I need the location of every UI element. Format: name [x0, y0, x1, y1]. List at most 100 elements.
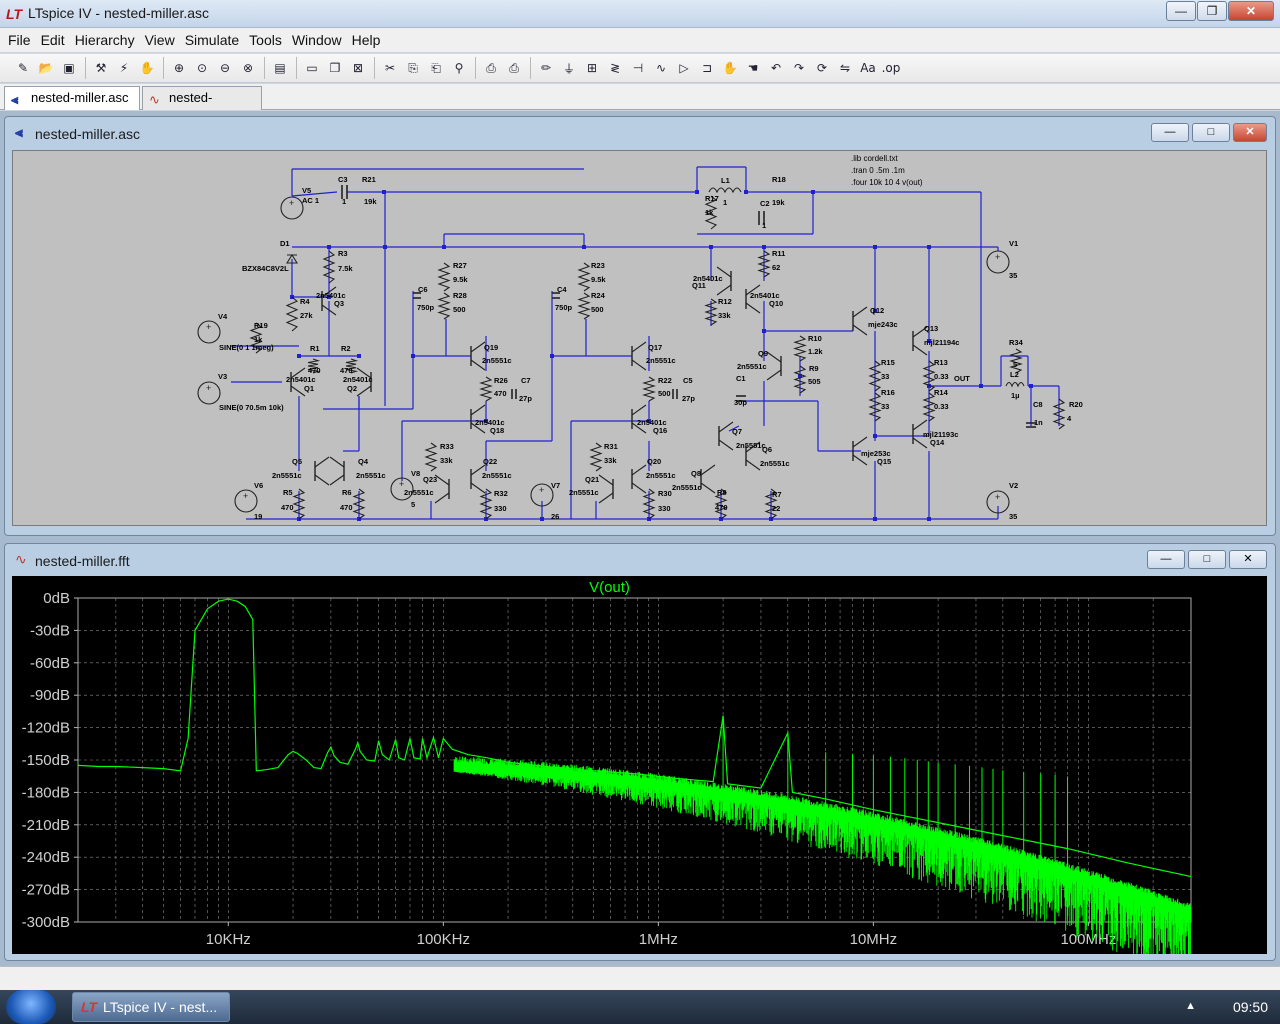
component-label: Q16	[653, 426, 667, 435]
component-label: Q20	[647, 457, 661, 466]
save-icon[interactable]: ▣	[58, 57, 80, 79]
junction-dot	[762, 245, 766, 249]
minimize-button[interactable]: —	[1166, 1, 1196, 21]
junction-dot	[927, 517, 931, 521]
text-icon[interactable]: Aa	[857, 57, 879, 79]
junction-dot	[550, 354, 554, 358]
pan-icon[interactable]: ⊙	[191, 57, 213, 79]
redo-icon[interactable]: ↷	[788, 57, 810, 79]
menu-simulate[interactable]: Simulate	[180, 32, 244, 48]
spice-directive-icon[interactable]: .op	[880, 57, 902, 79]
menu-window[interactable]: Window	[287, 32, 347, 48]
component-label: 35	[1009, 271, 1017, 280]
zoom-fit-icon[interactable]: ⊗	[237, 57, 259, 79]
component-label: 2n5551c	[404, 488, 434, 497]
menu-file[interactable]: File	[3, 32, 36, 48]
capacitor-icon[interactable]: ⊣	[627, 57, 649, 79]
menu-help[interactable]: Help	[347, 32, 386, 48]
open-icon[interactable]: 📂	[35, 57, 57, 79]
y-tick-label: -270dB	[22, 882, 70, 899]
tab-schematic[interactable]: ⫷ nested-miller.asc	[4, 86, 140, 110]
junction-dot	[744, 190, 748, 194]
diode-icon[interactable]: ▷	[673, 57, 695, 79]
cut-icon[interactable]: ✂	[379, 57, 401, 79]
maximize-button[interactable]: □	[1188, 550, 1226, 569]
resistor-symbol	[437, 292, 451, 320]
source-plus-sign: +	[206, 383, 211, 393]
component-label: 470	[308, 366, 321, 375]
copy-icon[interactable]: ⎘	[402, 57, 424, 79]
component-label: R4	[300, 297, 310, 306]
component-label: 505	[808, 377, 821, 386]
rotate-icon[interactable]: ⟳	[811, 57, 833, 79]
close-button[interactable]: ✕	[1229, 550, 1267, 569]
new-schematic-icon[interactable]: ✎	[12, 57, 34, 79]
menu-bar: File Edit Hierarchy View Simulate Tools …	[0, 28, 1280, 52]
close-button[interactable]: ✕	[1233, 123, 1267, 142]
component-label: 1k	[705, 208, 714, 217]
taskbar-item-ltspice[interactable]: LT LTspice IV - nest...	[72, 992, 230, 1022]
move-icon[interactable]: ✋	[719, 57, 741, 79]
transistor-emitter	[745, 302, 761, 314]
component-label: 1n	[1034, 418, 1043, 427]
component-label: 330	[658, 504, 671, 513]
undo-icon[interactable]: ↶	[765, 57, 787, 79]
transistor-emitter	[631, 359, 647, 371]
restore-button[interactable]: ❐	[1197, 1, 1227, 21]
ground-icon[interactable]: ⏚	[558, 57, 580, 79]
toolbar-separator	[530, 57, 531, 79]
component-label: 1	[723, 198, 727, 207]
halt-icon[interactable]: ✋	[136, 57, 158, 79]
tile-icon[interactable]: ▭	[301, 57, 323, 79]
component-label: 9.5k	[453, 275, 468, 284]
print-icon[interactable]: ⎙	[503, 57, 525, 79]
find-icon[interactable]: ⚲	[448, 57, 470, 79]
x-tick-label: 10KHz	[206, 931, 251, 948]
run-icon[interactable]: ⚡	[113, 57, 135, 79]
print-setup-icon[interactable]: ⎙	[480, 57, 502, 79]
drag-icon[interactable]: ☚	[742, 57, 764, 79]
resistor-icon[interactable]: ≷	[604, 57, 626, 79]
wire-icon[interactable]: ✏	[535, 57, 557, 79]
start-button[interactable]	[6, 990, 56, 1024]
cascade-icon[interactable]: ❐	[324, 57, 346, 79]
component-label: Q3	[334, 299, 344, 308]
maximize-button[interactable]: □	[1192, 123, 1230, 142]
menu-view[interactable]: View	[140, 32, 180, 48]
component-label: R10	[808, 334, 822, 343]
tab-fft[interactable]: ∿ nested-miller.fft	[142, 86, 262, 127]
transistor-emitter	[852, 324, 868, 336]
minimize-button[interactable]: —	[1147, 550, 1185, 569]
component-label: R31	[604, 442, 618, 451]
paste-icon[interactable]: ⎗	[425, 57, 447, 79]
component-label: R19	[254, 321, 268, 330]
ltspice-logo-icon[interactable]: LT	[6, 5, 24, 23]
menu-edit[interactable]: Edit	[36, 32, 70, 48]
taskbar: LT LTspice IV - nest... ▲ 09:50	[0, 990, 1280, 1024]
inductor-icon[interactable]: ∿	[650, 57, 672, 79]
schematic-icon: ⫷	[11, 92, 19, 107]
zoom-in-icon[interactable]: ⊕	[168, 57, 190, 79]
transistor-collector	[631, 464, 647, 476]
source-plus-sign: +	[243, 491, 248, 501]
inductor-l1-symbol	[708, 187, 742, 194]
mirror-icon[interactable]: ⇋	[834, 57, 856, 79]
minimize-button[interactable]: —	[1151, 123, 1189, 142]
y-tick-label: -120dB	[22, 720, 70, 737]
control-panel-icon[interactable]: ⚒	[90, 57, 112, 79]
menu-hierarchy[interactable]: Hierarchy	[70, 32, 140, 48]
tray-expand-icon[interactable]: ▲	[1185, 1000, 1196, 1012]
close-button[interactable]: ✕	[1228, 1, 1274, 21]
component-label: 27k	[300, 311, 313, 320]
component-label: V2	[1009, 481, 1018, 490]
schematic-canvas[interactable]: + + + + + + + + .lib cordell.txt .tran 0 .5m .1m.…	[12, 150, 1267, 526]
fft-plot-pane[interactable]: 0dB -30dB -60dB -90dB -120dB -150dB -180dB -210…	[12, 576, 1267, 982]
component-icon[interactable]: ⊐	[696, 57, 718, 79]
zoom-out-icon[interactable]: ⊖	[214, 57, 236, 79]
autorange-icon[interactable]: ▤	[269, 57, 291, 79]
label-icon[interactable]: ⊞	[581, 57, 603, 79]
menu-tools[interactable]: Tools	[244, 32, 287, 48]
taskbar-item-label: LTspice IV - nest...	[103, 999, 218, 1015]
source-plus-sign: +	[206, 322, 211, 332]
close-all-icon[interactable]: ⊠	[347, 57, 369, 79]
